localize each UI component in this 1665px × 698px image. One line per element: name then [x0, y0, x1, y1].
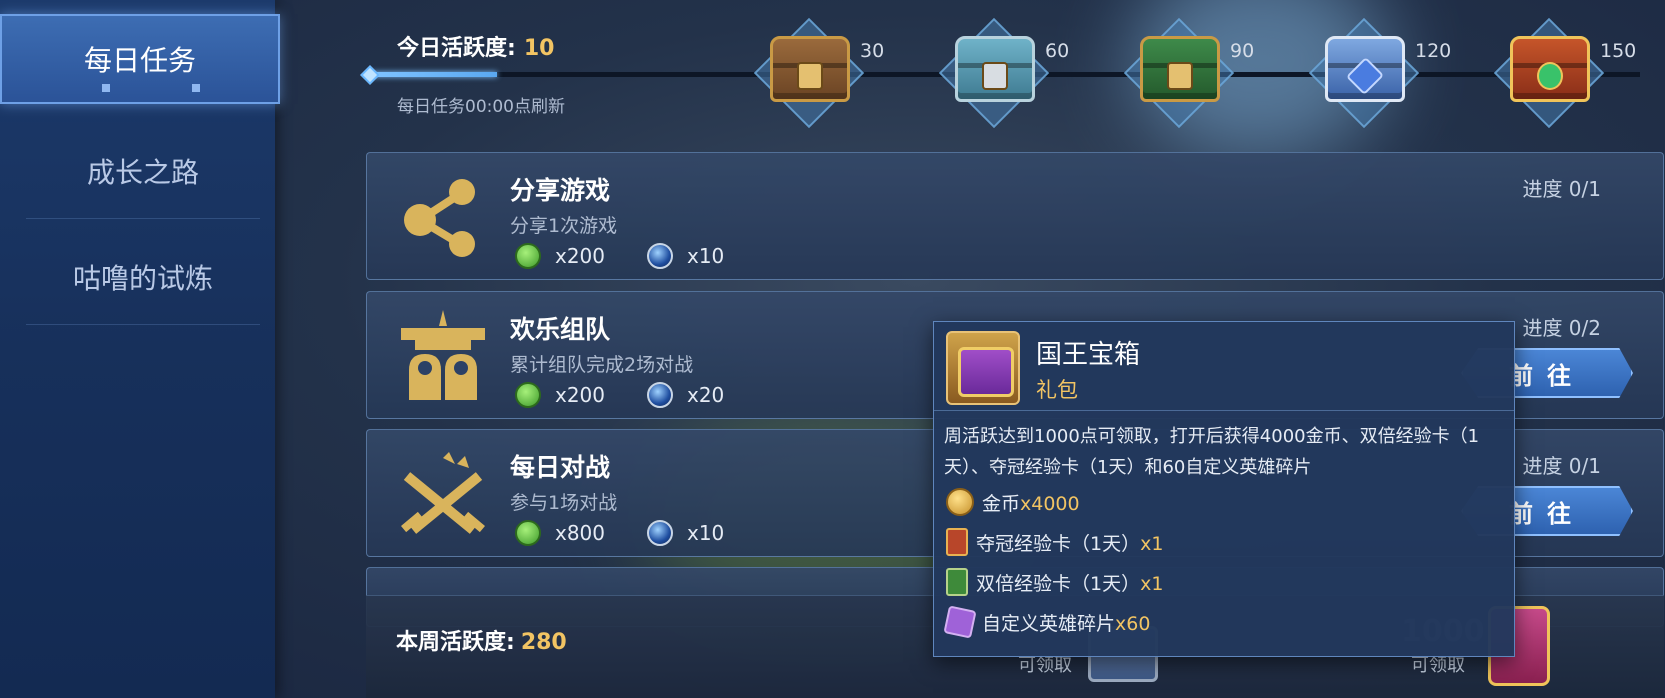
- sidebar-item-label: 成长之路: [86, 156, 199, 189]
- milestone-chest-150[interactable]: 150: [1488, 12, 1636, 137]
- weekly-activity-label: 本周活跃度:: [396, 630, 515, 655]
- weekly-activity-value: 280: [520, 630, 567, 655]
- task-progress: 进度 0/1: [1522, 177, 1601, 201]
- tooltip-item-champion-card: 夺冠经验卡（1天）x1: [946, 528, 1163, 556]
- lock-icon: [982, 62, 1008, 90]
- lock-icon: [797, 62, 823, 90]
- orb-icon: [647, 382, 673, 408]
- exp-icon: [515, 382, 541, 408]
- exp-icon: [515, 243, 541, 269]
- milestone-value: 150: [1600, 40, 1637, 62]
- tooltip-item-double-card: 双倍经验卡（1天）x1: [946, 568, 1163, 596]
- milestone-value: 30: [860, 40, 885, 62]
- tab-decoration: [192, 84, 200, 92]
- tooltip-subtitle: 礼包: [1036, 378, 1078, 402]
- milestone-value: 90: [1230, 40, 1255, 62]
- sidebar: 每日任务 成长之路 咕噜的试炼: [0, 0, 280, 698]
- tab-decoration: [102, 84, 110, 92]
- milestone-chest-120[interactable]: 120: [1303, 12, 1451, 137]
- sidebar-item-label: 咕噜的试炼: [72, 262, 213, 295]
- sidebar-item-daily-tasks[interactable]: 每日任务: [0, 14, 280, 104]
- today-activity-value: 10: [523, 36, 555, 61]
- reward-amount: x10: [687, 244, 725, 268]
- item-name: 夺冠经验卡（1天）: [976, 532, 1141, 555]
- task-description: 累计组队完成2场对战: [510, 354, 694, 376]
- champion-exp-card-icon: [946, 528, 968, 556]
- today-activity-label: 今日活跃度:: [397, 36, 516, 61]
- milestone-chest-60[interactable]: 60: [933, 12, 1069, 137]
- lock-icon: [1167, 62, 1193, 90]
- crossed-swords-icon: [393, 444, 493, 544]
- tooltip-item-gold: 金币x4000: [946, 488, 1080, 516]
- item-name: 金币: [982, 492, 1021, 515]
- reward-tooltip: 国王宝箱 礼包 周活跃达到1000点可领取，打开后获得4000金币、双倍经验卡（…: [933, 321, 1515, 657]
- milestone-value: 60: [1045, 40, 1070, 62]
- reward-amount: x200: [555, 383, 606, 407]
- milestone-value: 120: [1415, 40, 1452, 62]
- share-icon: [393, 167, 493, 267]
- reward-amount: x10: [687, 521, 725, 545]
- sidebar-item-label: 每日任务: [83, 44, 196, 77]
- task-progress: 进度 0/2: [1522, 316, 1601, 340]
- tooltip-title: 国王宝箱: [1036, 340, 1141, 370]
- item-qty: x1: [1140, 532, 1164, 555]
- reward-orb: x20: [647, 382, 724, 408]
- reward-exp: x200: [515, 243, 605, 269]
- orb-icon: [647, 520, 673, 546]
- hero-shard-icon: [943, 605, 977, 639]
- tooltip-header: 国王宝箱 礼包: [934, 322, 1514, 411]
- task-title: 每日对战: [510, 453, 611, 482]
- reward-amount: x800: [555, 521, 606, 545]
- milestone-chest-30[interactable]: 30: [748, 12, 884, 137]
- reward-exp: x200: [515, 382, 605, 408]
- reward-exp: x800: [515, 520, 605, 546]
- item-qty: x1: [1140, 572, 1164, 595]
- tooltip-item-hero-shard: 自定义英雄碎片x60: [943, 605, 1151, 639]
- gold-coin-icon: [946, 488, 974, 516]
- item-name: 双倍经验卡（1天）: [976, 572, 1141, 595]
- activity-track-fill: [370, 72, 497, 77]
- item-qty: x60: [1115, 612, 1151, 635]
- task-description: 参与1场对战: [510, 492, 618, 514]
- tooltip-description: 周活跃达到1000点可领取，打开后获得4000金币、双倍经验卡（1天）、夺冠经验…: [944, 426, 1480, 478]
- sidebar-item-gollum-trial[interactable]: 咕噜的试炼: [26, 230, 260, 325]
- double-exp-card-icon: [946, 568, 968, 596]
- team-icon: [393, 306, 493, 406]
- sidebar-item-growth-path[interactable]: 成长之路: [26, 124, 260, 219]
- task-card-share-game: 分享游戏 分享1次游戏 x200 x10 进度 0/1: [366, 152, 1664, 280]
- orb-icon: [647, 243, 673, 269]
- item-name: 自定义英雄碎片: [982, 612, 1116, 635]
- item-qty: x4000: [1020, 492, 1080, 515]
- task-title: 分享游戏: [510, 176, 611, 205]
- task-title: 欢乐组队: [510, 315, 611, 344]
- milestone-chest-90[interactable]: 90: [1118, 12, 1254, 137]
- refresh-note: 每日任务00:00点刷新: [397, 97, 565, 117]
- reward-orb: x10: [647, 520, 724, 546]
- emerald-icon: [1537, 62, 1563, 90]
- task-description: 分享1次游戏: [510, 215, 618, 237]
- today-activity: 今日活跃度: 10: [397, 30, 554, 62]
- track-start-marker: [360, 65, 380, 85]
- king-chest-icon: [946, 331, 1020, 405]
- exp-icon: [515, 520, 541, 546]
- reward-amount: x20: [687, 383, 725, 407]
- reward-amount: x200: [555, 244, 606, 268]
- weekly-activity: 本周活跃度: 280: [396, 624, 567, 656]
- task-progress: 进度 0/1: [1522, 454, 1601, 478]
- reward-orb: x10: [647, 243, 724, 269]
